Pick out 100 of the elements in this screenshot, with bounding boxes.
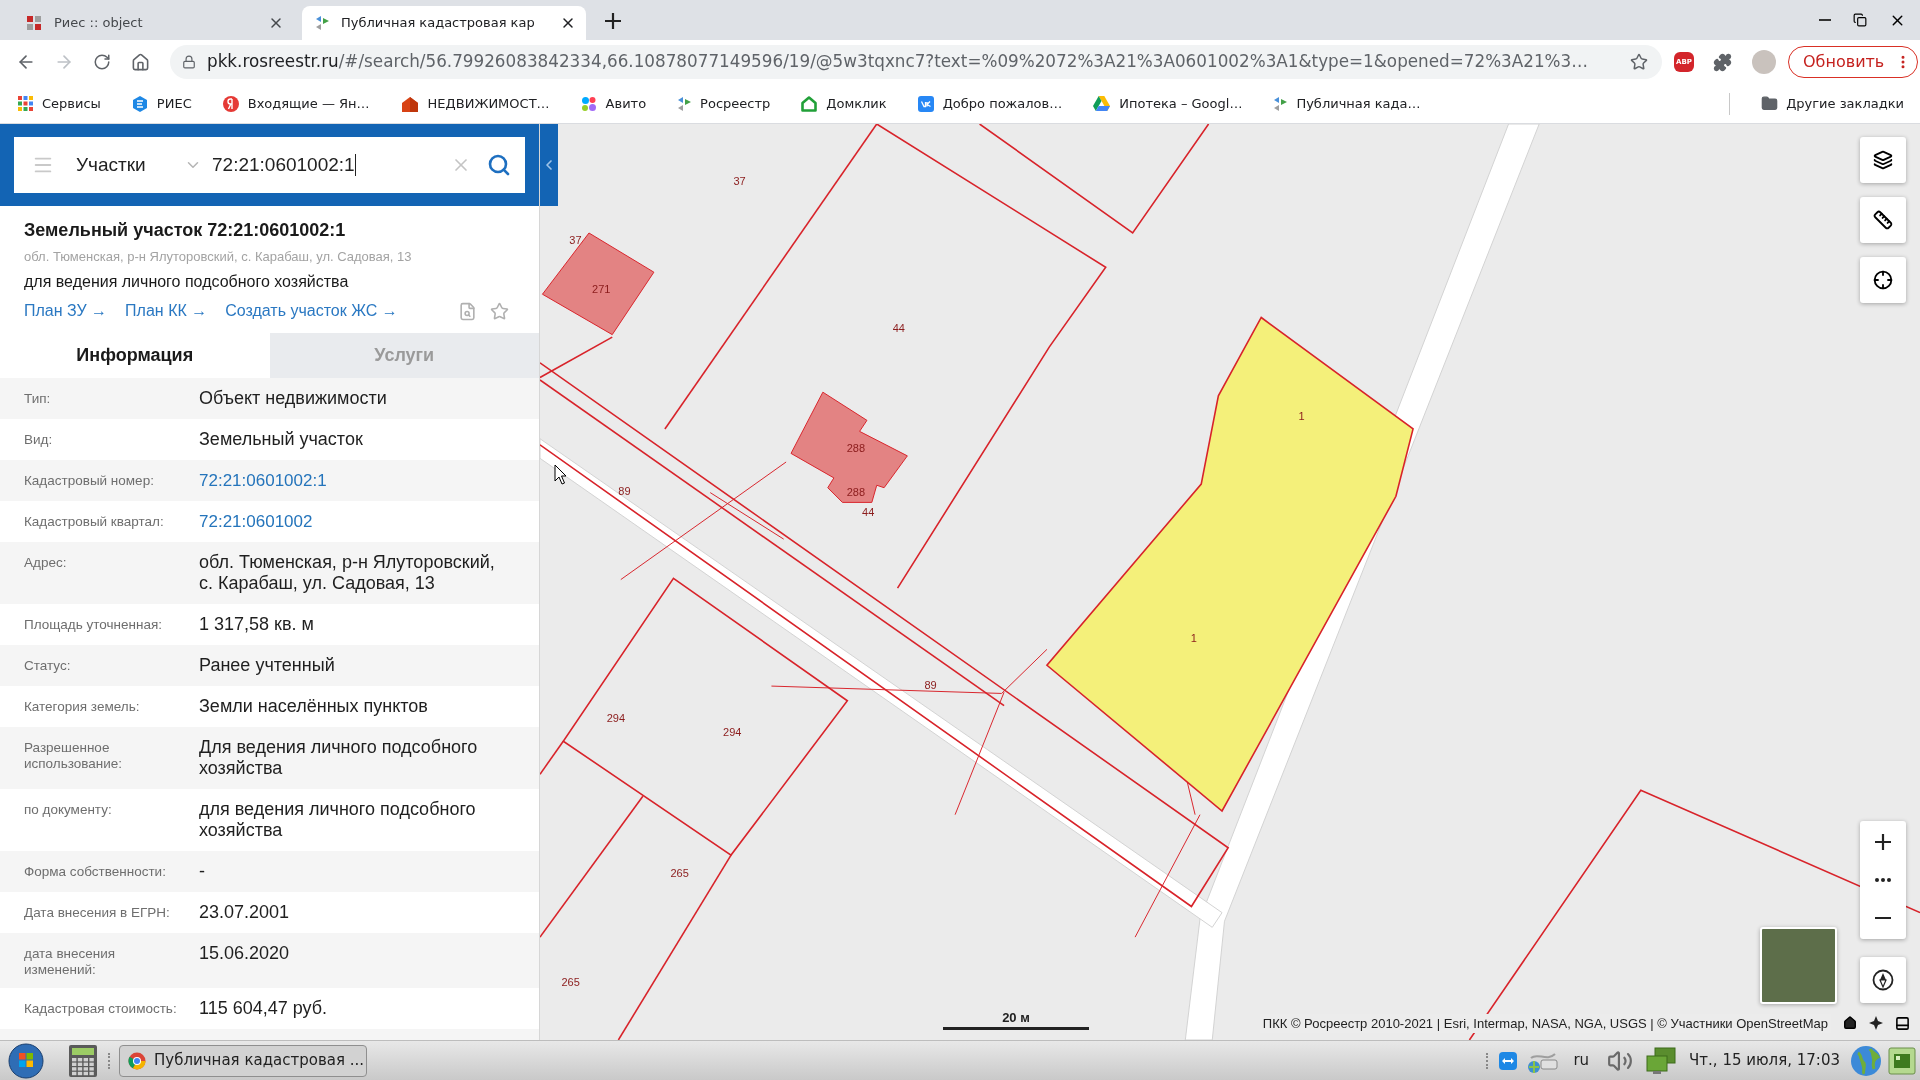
thumbnail-placeholder[interactable] xyxy=(1760,927,1837,1004)
crosshair-icon xyxy=(1873,270,1893,290)
object-link[interactable]: Создать участок ЖС → xyxy=(225,299,398,323)
parcel-number-label: 265 xyxy=(561,976,580,989)
minus-icon xyxy=(1875,917,1891,919)
bookmark-item[interactable]: Сервисы xyxy=(18,89,101,118)
field-value: Ранее учтенный xyxy=(199,655,336,676)
field-label: по документу: xyxy=(24,801,113,818)
locate-button[interactable] xyxy=(1860,257,1906,303)
close-icon[interactable] xyxy=(268,15,284,31)
squares-logo-icon xyxy=(26,15,42,31)
measure-button[interactable] xyxy=(1860,197,1906,243)
field-value: Объект недвижимости xyxy=(199,388,388,409)
dots-logo-icon xyxy=(580,95,597,112)
field-value: Земельный участок xyxy=(199,429,364,450)
parcel-number-label: 294 xyxy=(606,711,626,724)
lock-icon xyxy=(182,55,196,69)
parcel-number-label: 44 xyxy=(892,322,905,335)
layers-button[interactable] xyxy=(1860,137,1906,183)
field-label: Форма собственности: xyxy=(24,863,167,880)
parcel-number-label: 1 xyxy=(1298,410,1305,423)
home-icon[interactable] xyxy=(1843,1016,1857,1031)
bookmark-item[interactable]: НЕДВИЖИМОСТ… xyxy=(400,89,550,118)
parcel-number-label: 288 xyxy=(846,442,866,455)
parcel-number-label: 37 xyxy=(733,175,746,188)
bookmark-item[interactable]: Публичная када… xyxy=(1273,89,1421,118)
bookmark-item[interactable]: Входящие — Ян… xyxy=(222,89,370,118)
field-label: Площадь уточненная: xyxy=(24,616,163,633)
field-link[interactable]: 72:21:0601002 xyxy=(199,511,313,532)
field-value: Для ведения личного подсобного хозяйства xyxy=(199,737,479,779)
object-link[interactable]: План ЗУ → xyxy=(24,299,108,323)
bookmark-item[interactable]: Добро пожалов… xyxy=(917,89,1063,118)
object-address: обл. Тюменская, р-н Ялуторовский, с. Карабаш, ул. Садовая, 13 xyxy=(24,248,413,266)
field-label: Дата внесения в ЕГРН: xyxy=(24,904,171,921)
layers-icon xyxy=(1873,150,1893,170)
field-label: Адрес: xyxy=(24,554,68,571)
parcel-number-label: 89 xyxy=(618,485,631,498)
cadastral-map[interactable]: 37 37 271 44 288 288 44 89 89 294 294 265 265 1 1 20 м ПКК © Росреестр 2010-2021 | Esri, Intermap, NASA, NGA, USGS | © Участники OpenStreetMap xyxy=(540,124,1920,1040)
monitors-icon[interactable] xyxy=(1645,1046,1678,1075)
triangles-logo-icon xyxy=(315,15,329,31)
four-point-star-icon[interactable] xyxy=(1869,1016,1883,1031)
bookmark-item[interactable]: РИЕС xyxy=(131,89,192,118)
search-field[interactable]: 72:21:0601002:1 xyxy=(212,147,451,183)
grid-dots-icon xyxy=(18,96,33,111)
field-link[interactable]: 72:21:0601002:1 xyxy=(199,470,327,491)
round-logo-icon xyxy=(222,95,239,112)
star-icon[interactable] xyxy=(1630,53,1648,71)
parcel-number-label: 89 xyxy=(924,678,937,691)
triangle-logo-icon xyxy=(1093,96,1111,111)
desktop-icon[interactable] xyxy=(1888,1046,1916,1075)
start-orb-icon[interactable] xyxy=(8,1042,44,1079)
bookmark-item[interactable]: Домклик xyxy=(801,89,887,118)
grip-handle xyxy=(108,1052,111,1069)
reload-icon xyxy=(93,53,111,71)
calculator-icon[interactable] xyxy=(68,1043,98,1078)
keyboard-layout[interactable]: ru xyxy=(1573,1049,1590,1072)
arrows-logo-icon[interactable] xyxy=(1499,1051,1518,1070)
object-purpose: для ведения личного подсобного хозяйства xyxy=(24,272,350,292)
address-bar[interactable]: pkk.rosreestr.ru/#/search/56.79926083842334,66.10878077149596/19/@5w3tqxnc7?text=%09%2072%3A21%3A0601002%3A1&type=1&opened=72%3A21%3… xyxy=(170,45,1662,79)
field-value: - xyxy=(199,861,206,882)
field-label: Кадастровый квартал: xyxy=(24,513,165,530)
restore-icon[interactable] xyxy=(1853,13,1867,27)
parcel-number-label: 265 xyxy=(670,867,689,880)
parcel-number-label: 288 xyxy=(846,486,866,499)
star-icon[interactable] xyxy=(490,301,509,321)
field-value: обл. Тюменская, р-н Ялуторовский, с. Карабаш, ул. Садовая, 13 xyxy=(199,552,496,594)
field-label: Разрешенное использование: xyxy=(24,739,124,772)
browser-tab[interactable]: Публичная кадастровая кар xyxy=(302,6,586,40)
layer-dropdown[interactable]: Участки xyxy=(76,147,202,183)
triangles-logo-icon xyxy=(1273,95,1288,112)
parcel-number-label: 37 xyxy=(569,234,582,246)
parcel-number-label: 44 xyxy=(862,505,875,518)
text-caret xyxy=(354,154,356,176)
bookmark-item[interactable]: Авито xyxy=(580,89,647,118)
parcel-number-label: 1 xyxy=(1190,632,1197,644)
search-icon xyxy=(487,153,511,177)
field-label: дата внесения изменений: xyxy=(24,945,117,978)
globe-icon[interactable] xyxy=(1850,1044,1882,1077)
field-value: 1 317,58 кв. м xyxy=(199,614,315,635)
parcel-number-label: 271 xyxy=(592,283,611,295)
field-label: Статус: xyxy=(24,657,72,674)
panel-icon[interactable] xyxy=(1895,1015,1910,1031)
compass-icon xyxy=(1872,969,1894,991)
browser-tab[interactable]: Риес :: object xyxy=(10,6,294,40)
puzzle-icon[interactable] xyxy=(1713,52,1732,72)
close-icon[interactable] xyxy=(560,15,576,31)
bookmark-item[interactable]: Ипотека – Googl… xyxy=(1093,89,1243,118)
scale-label: 20 м xyxy=(1002,1010,1030,1025)
taskbar-window-button[interactable]: Публичная кадастровая ... xyxy=(119,1044,367,1077)
field-label: Тип: xyxy=(24,390,52,407)
parcel-number-label: 294 xyxy=(723,726,742,739)
compass-button[interactable] xyxy=(1860,957,1906,1003)
object-link[interactable]: План КК → xyxy=(125,299,208,323)
bookmark-item[interactable]: Росреестр xyxy=(677,89,771,118)
field-value: Земли населённых пунктов xyxy=(199,696,429,717)
clock[interactable]: Чт., 15 июля, 17:03 xyxy=(1689,1049,1840,1072)
folder-icon xyxy=(1761,95,1779,112)
field-label: Вид: xyxy=(24,431,54,448)
other-bookmarks[interactable]: Другие закладки xyxy=(1761,89,1904,118)
object-title: Земельный участок 72:21:0601002:1 xyxy=(24,219,347,241)
